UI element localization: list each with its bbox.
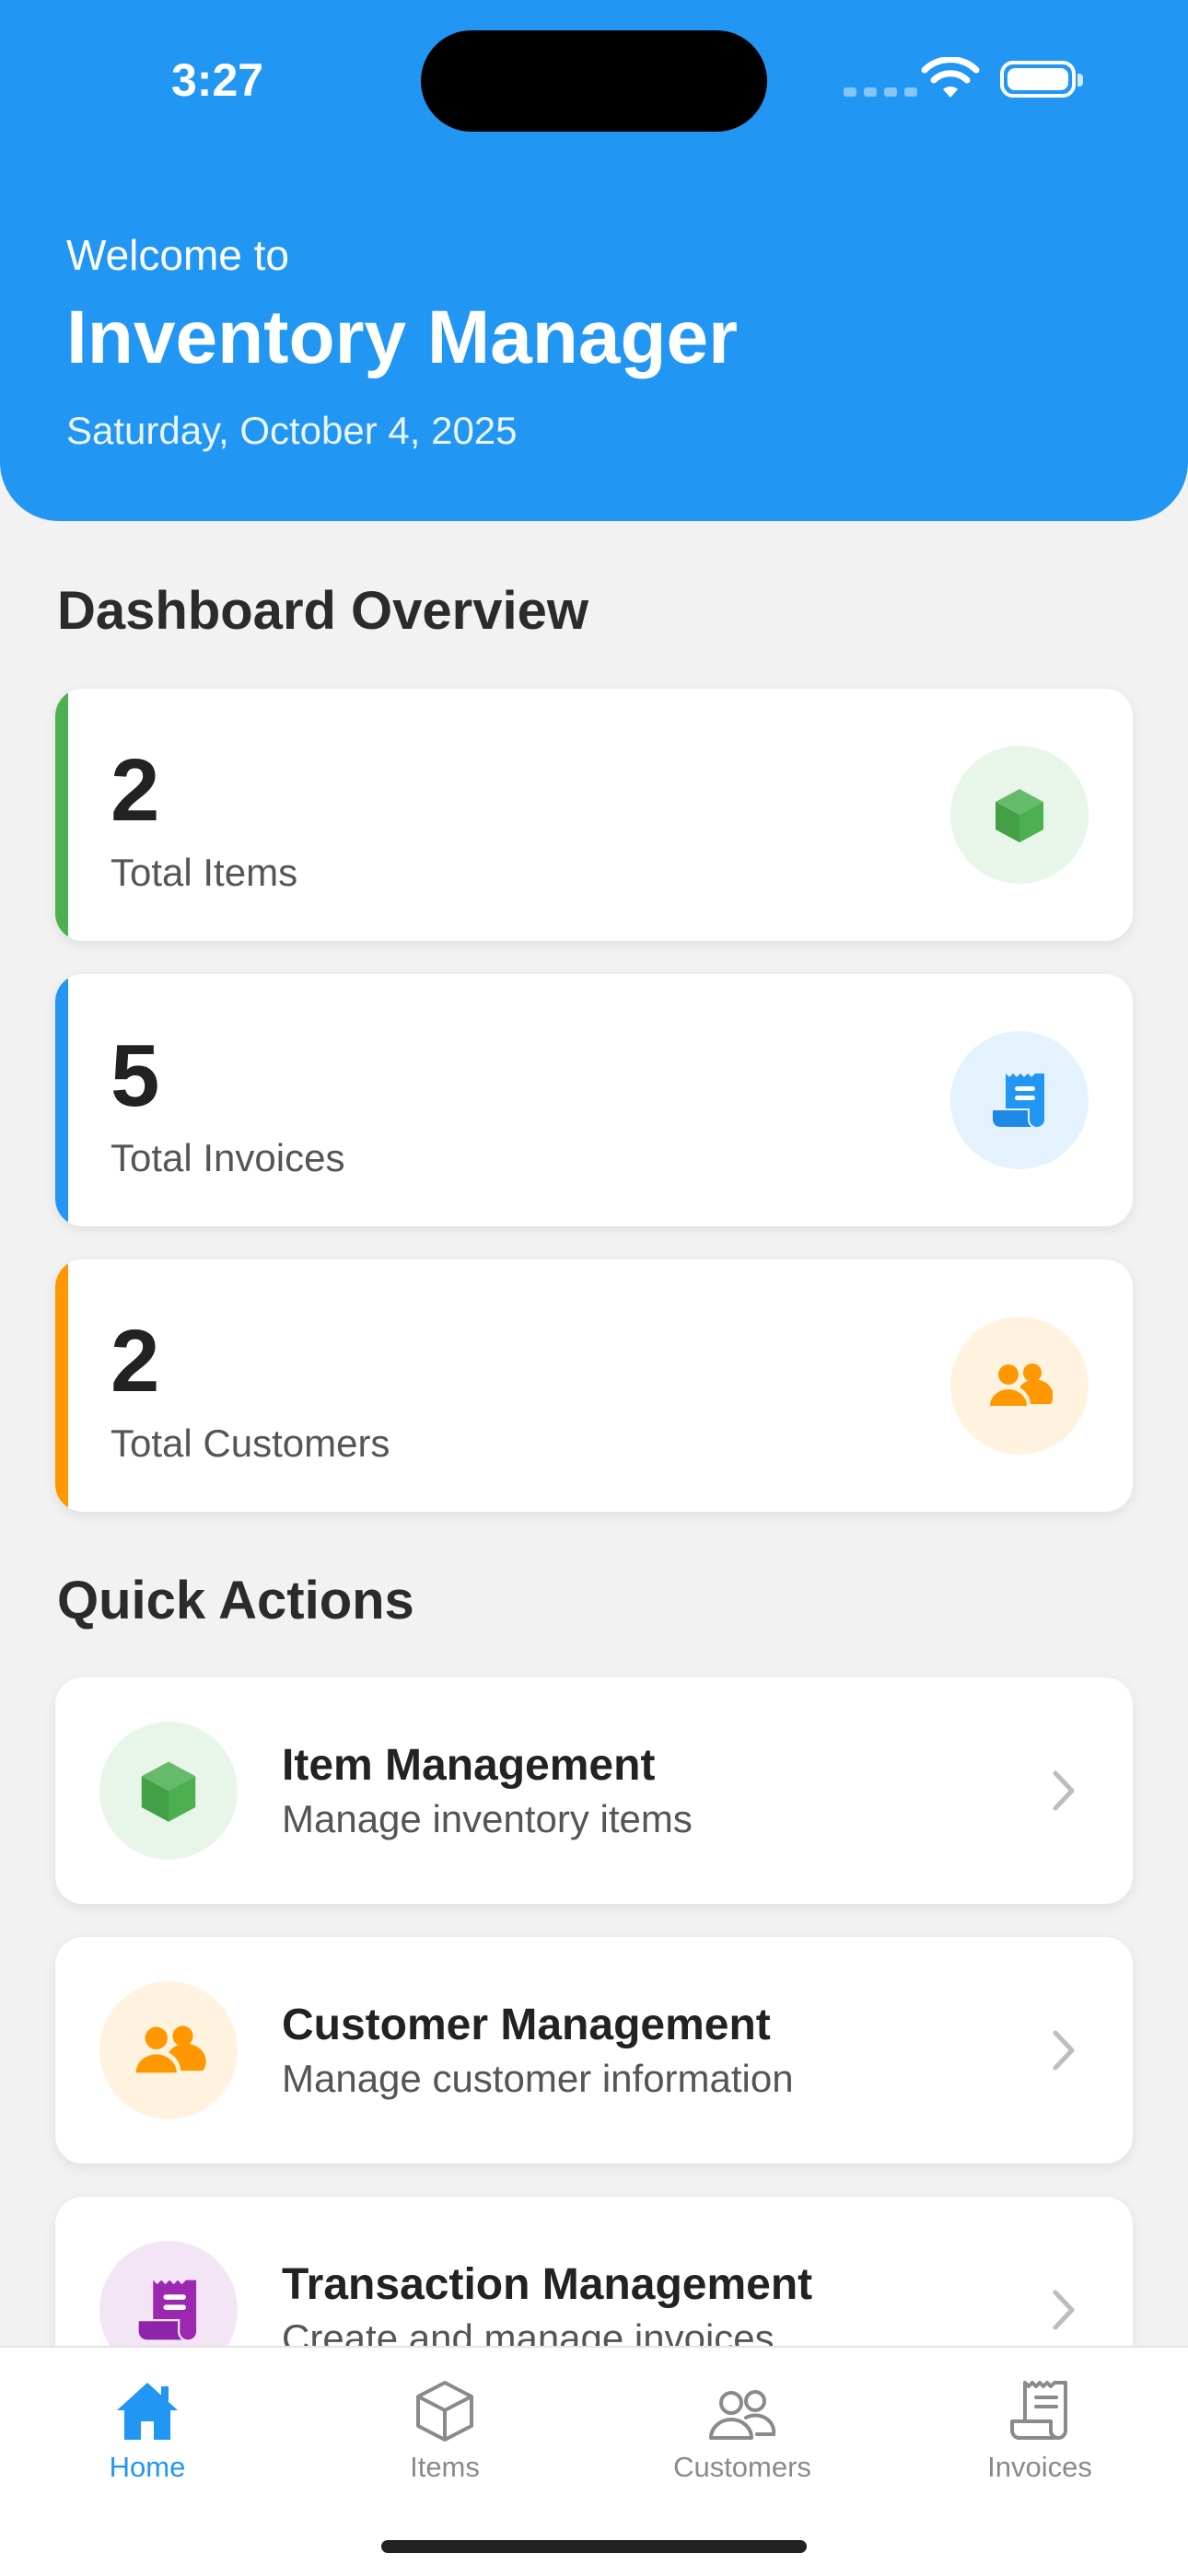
stat-value: 2 — [111, 741, 160, 840]
battery-icon — [1000, 61, 1083, 98]
item-management-button[interactable]: Item Management Manage inventory items — [55, 1677, 1133, 1904]
current-date: Saturday, October 4, 2025 — [66, 409, 518, 452]
tab-home[interactable]: Home — [37, 2366, 258, 2484]
tab-label: Customers — [673, 2451, 811, 2483]
chevron-right-icon — [1053, 1770, 1075, 1811]
people-outline-icon — [632, 2366, 853, 2443]
stat-card-total-items[interactable]: 2 Total Items — [55, 689, 1133, 941]
accent-bar — [55, 974, 68, 1226]
tab-invoices[interactable]: Invoices — [929, 2366, 1150, 2484]
wifi-icon — [921, 57, 980, 98]
action-subtitle: Manage customer information — [282, 2057, 794, 2100]
stat-label: Total Invoices — [111, 1136, 345, 1179]
stat-value: 2 — [111, 1312, 160, 1410]
quick-actions-section-title: Quick Actions — [57, 1571, 414, 1630]
stat-card-total-customers[interactable]: 2 Total Customers — [55, 1259, 1133, 1512]
cube-outline-icon — [334, 2366, 555, 2443]
dynamic-island — [421, 30, 767, 132]
app-header: 3:27 Welcome to Inventory Manager Saturd… — [0, 0, 1188, 521]
status-time: 3:27 — [171, 54, 264, 106]
action-title: Item Management — [282, 1741, 656, 1790]
accent-bar — [55, 689, 68, 941]
cube-icon — [99, 1722, 238, 1860]
action-title: Transaction Management — [282, 2260, 813, 2309]
receipt-outline-icon — [929, 2366, 1150, 2443]
cube-icon — [950, 746, 1089, 884]
action-title: Customer Management — [282, 2001, 771, 2049]
stat-label: Total Items — [111, 851, 298, 894]
house-icon — [37, 2366, 258, 2443]
app-title: Inventory Manager — [66, 296, 739, 379]
tab-label: Home — [109, 2451, 186, 2483]
chevron-right-icon — [1053, 2290, 1075, 2330]
tab-label: Invoices — [987, 2451, 1092, 2483]
welcome-text: Welcome to — [66, 231, 290, 279]
people-icon — [950, 1317, 1089, 1455]
accent-bar — [55, 1259, 68, 1512]
tab-customers[interactable]: Customers — [632, 2366, 853, 2484]
stat-card-total-invoices[interactable]: 5 Total Invoices — [55, 974, 1133, 1226]
customer-management-button[interactable]: Customer Management Manage customer info… — [55, 1937, 1133, 2164]
action-subtitle: Manage inventory items — [282, 1797, 693, 1840]
people-icon — [99, 1981, 238, 2119]
tab-label: Items — [410, 2451, 480, 2483]
tab-items[interactable]: Items — [334, 2366, 555, 2484]
stat-label: Total Customers — [111, 1421, 390, 1465]
receipt-icon — [950, 1031, 1089, 1169]
home-indicator — [381, 2540, 807, 2553]
chevron-right-icon — [1053, 2030, 1075, 2071]
cellular-signal-icon — [844, 87, 917, 97]
stat-value: 5 — [111, 1027, 160, 1125]
dashboard-section-title: Dashboard Overview — [57, 581, 588, 641]
